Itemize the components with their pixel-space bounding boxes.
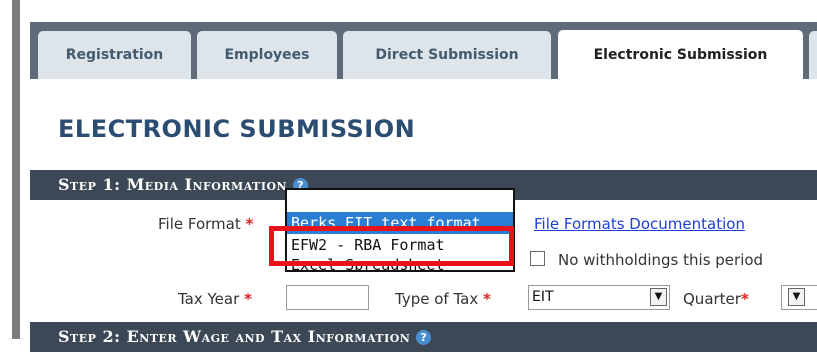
quarter-select[interactable]: ▼ [781, 285, 817, 310]
step1-title: Step 1: Media Information [58, 175, 288, 194]
step2-header: Step 2: Enter Wage and Tax Information? [30, 322, 817, 352]
file-format-dropdown-list[interactable]: Berks EIT text format EFW2 - RBA Format … [285, 188, 515, 272]
tab-bar: Registration Employees Direct Submission… [30, 22, 817, 80]
file-formats-documentation-link[interactable]: File Formats Documentation [534, 215, 745, 233]
no-withholdings-label: No withholdings this period [558, 251, 764, 269]
tab-label: Direct Submission [375, 47, 519, 63]
tab-registration[interactable]: Registration [38, 31, 191, 79]
required-marker: * [482, 290, 491, 308]
required-marker: * [740, 290, 749, 308]
page-title: ELECTRONIC SUBMISSION [58, 115, 416, 143]
tab-label: Employees [224, 47, 310, 63]
file-format-option-excel[interactable]: Excel Spreadsheet [287, 254, 513, 270]
file-format-label: File Format * [158, 215, 254, 233]
no-withholdings-checkbox[interactable] [530, 251, 545, 266]
tax-year-label: Tax Year * [178, 290, 252, 308]
tab-employees[interactable]: Employees [197, 31, 337, 79]
file-format-option-berks-eit[interactable]: Berks EIT text format [287, 212, 513, 234]
chevron-down-icon[interactable]: ▼ [650, 288, 667, 306]
tab-electronic-submission[interactable]: Electronic Submission [558, 30, 803, 80]
quarter-label: Quarter* [683, 290, 749, 308]
tax-year-input[interactable] [286, 285, 369, 310]
step2-title: Step 2: Enter Wage and Tax Information [58, 327, 411, 346]
type-of-tax-value: EIT [532, 289, 554, 305]
window-left-border [12, 0, 20, 339]
required-marker: * [244, 290, 252, 308]
chevron-down-icon[interactable]: ▼ [788, 288, 805, 306]
type-of-tax-label: Type of Tax * [395, 290, 491, 308]
tab-label: Registration [65, 47, 164, 63]
top-margin [20, 0, 817, 22]
type-of-tax-select[interactable]: EIT ▼ [528, 285, 670, 310]
file-format-option-efw2-rba[interactable]: EFW2 - RBA Format [287, 234, 513, 256]
required-marker: * [245, 215, 254, 233]
tab-direct-submission[interactable]: Direct Submission [343, 31, 551, 79]
tab-label: Electronic Submission [593, 47, 768, 63]
tab-next-partial[interactable] [809, 31, 817, 79]
help-icon[interactable]: ? [416, 330, 432, 345]
